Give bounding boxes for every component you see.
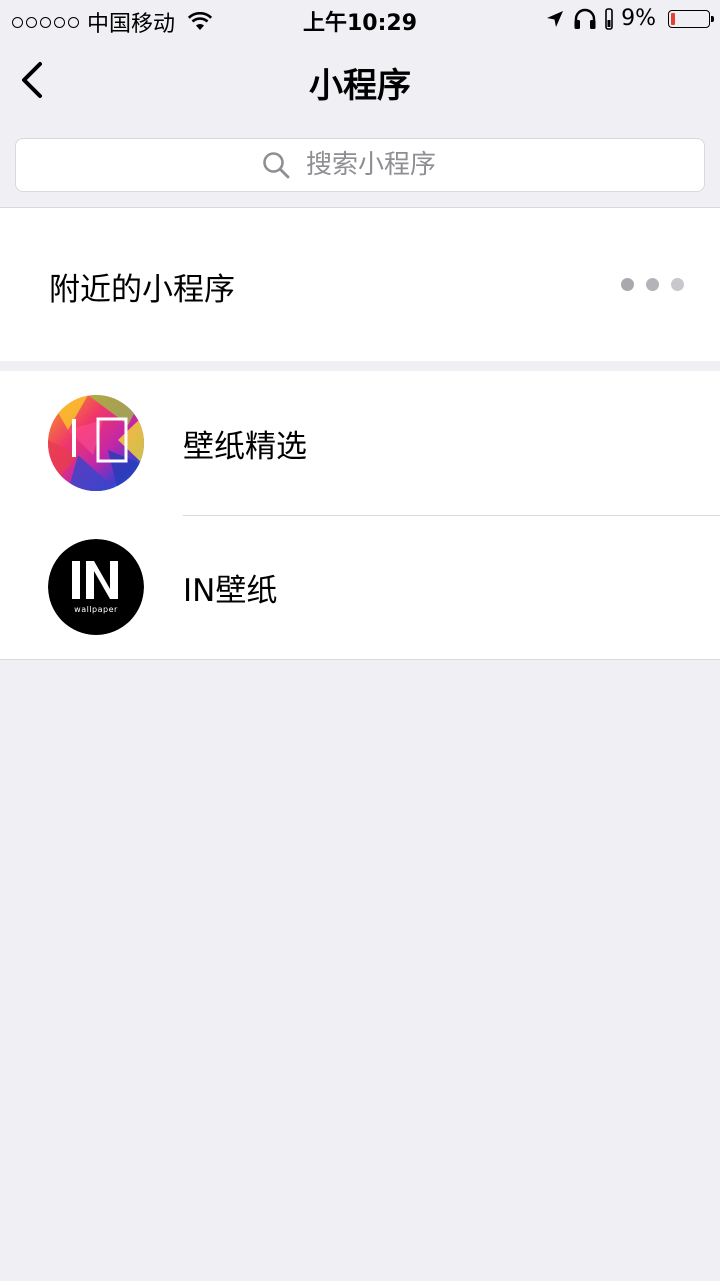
status-bar: 中国移动 上午10:29 9% [0, 0, 720, 40]
mini-program-list: 壁纸精选 wallpaper IN壁纸 [0, 371, 720, 660]
search-bar[interactable] [15, 138, 705, 192]
mini-program-name: 壁纸精选 [183, 429, 307, 465]
nearby-label: 附近的小程序 [49, 272, 235, 308]
orientation-lock-icon [605, 7, 613, 30]
search-input[interactable] [304, 149, 458, 181]
nearby-mini-programs-row[interactable]: 附近的小程序 [0, 207, 720, 361]
page-title: 小程序 [309, 66, 411, 106]
in-wallpaper-icon: wallpaper [48, 539, 144, 635]
location-arrow-icon [547, 10, 564, 27]
mini-program-name: IN壁纸 [183, 573, 278, 609]
battery-icon [668, 9, 714, 28]
wallpaper-select-icon [48, 395, 144, 491]
headphones-icon [574, 8, 596, 29]
list-item[interactable]: 壁纸精选 [0, 371, 720, 516]
battery-percent: 9% [621, 6, 656, 31]
in-wallpaper-icon-text: wallpaper [74, 605, 118, 614]
list-item[interactable]: wallpaper IN壁纸 [0, 515, 720, 659]
search-icon [263, 152, 290, 179]
status-right-group: 9% [545, 6, 714, 31]
nav-bar: 小程序 [0, 40, 720, 124]
loading-dots-icon [621, 278, 684, 291]
